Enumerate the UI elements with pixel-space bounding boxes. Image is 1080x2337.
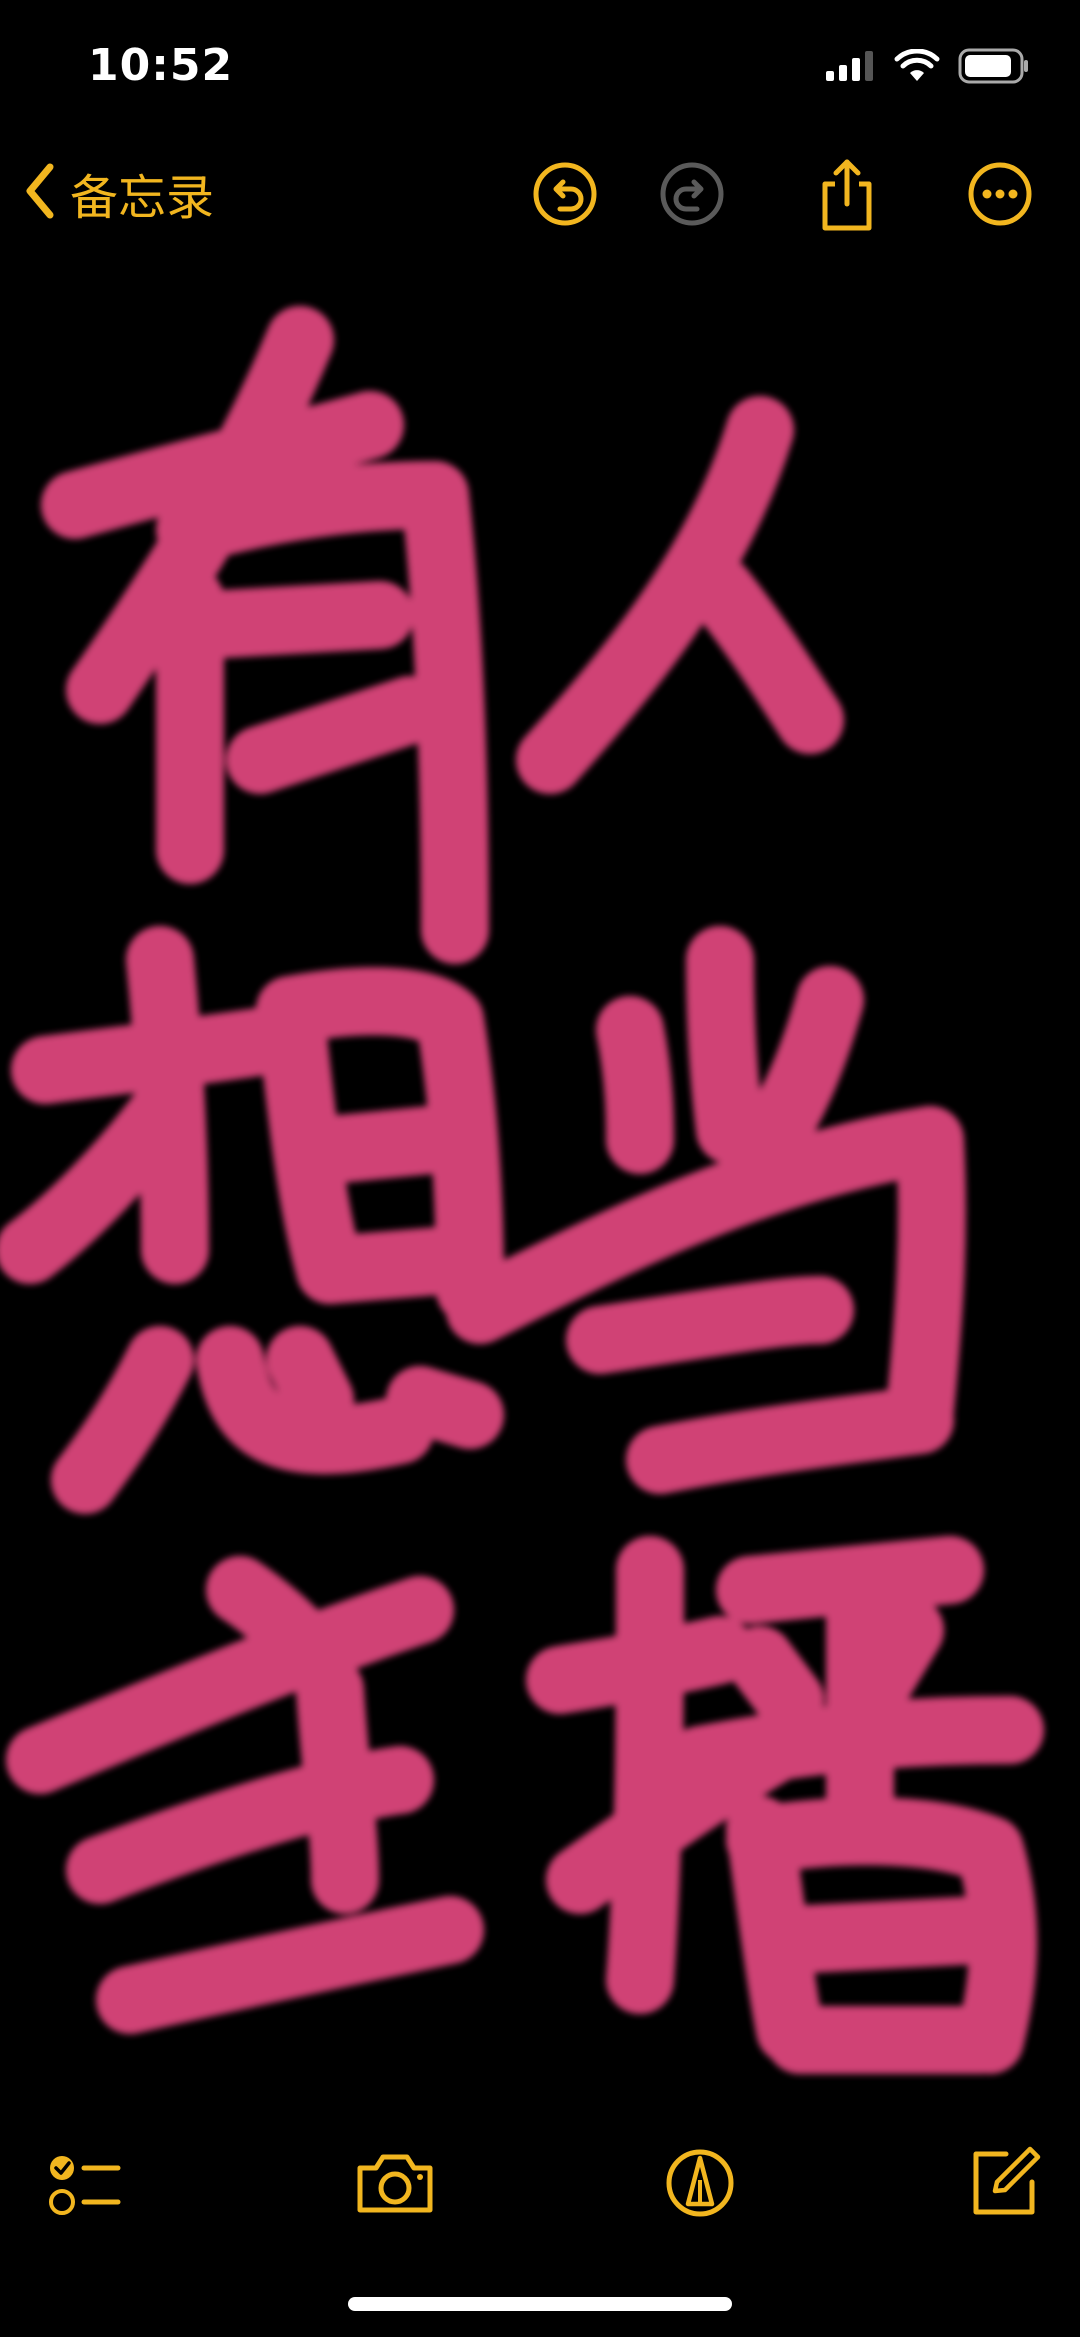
undo-button[interactable] [527, 156, 603, 232]
markup-button[interactable] [657, 2140, 743, 2226]
drawing-canvas[interactable] [0, 270, 1080, 2100]
undo-icon [533, 162, 597, 226]
chevron-left-icon [22, 161, 58, 225]
char-you [41, 306, 489, 964]
markup-pen-icon [666, 2149, 734, 2217]
wifi-icon [894, 48, 940, 87]
status-icons [824, 48, 1030, 88]
cellular-signal-icon [824, 49, 876, 87]
char-ren [516, 396, 844, 794]
status-bar: 10:52 [0, 0, 1080, 130]
checklist-button[interactable] [40, 2140, 126, 2226]
navigation-bar: 备忘录 [0, 140, 1080, 250]
compose-button[interactable] [960, 2140, 1046, 2226]
compose-icon [973, 2146, 1041, 2215]
char-dang [446, 926, 966, 1494]
back-label: 备忘录 [70, 170, 215, 226]
share-icon [822, 159, 872, 231]
redo-icon [660, 162, 724, 226]
status-time: 10:52 [88, 40, 234, 91]
char-xiang [0, 926, 504, 1514]
char-zhu [6, 1556, 484, 2034]
camera-button[interactable] [352, 2140, 438, 2226]
back-button[interactable]: 备忘录 [22, 158, 214, 228]
handwriting-drawing [0, 306, 1044, 2074]
share-button[interactable] [809, 156, 885, 232]
checklist-icon [49, 2156, 121, 2215]
char-bo [526, 1536, 1044, 2074]
notes-screen: 10:52 备忘录 [0, 0, 1080, 2337]
battery-icon [958, 48, 1030, 88]
camera-icon [357, 2154, 433, 2213]
redo-button[interactable] [654, 156, 730, 232]
more-icon [968, 162, 1032, 226]
bottom-toolbar [0, 2130, 1080, 2240]
home-indicator[interactable] [348, 2297, 732, 2311]
more-button[interactable] [962, 156, 1038, 232]
